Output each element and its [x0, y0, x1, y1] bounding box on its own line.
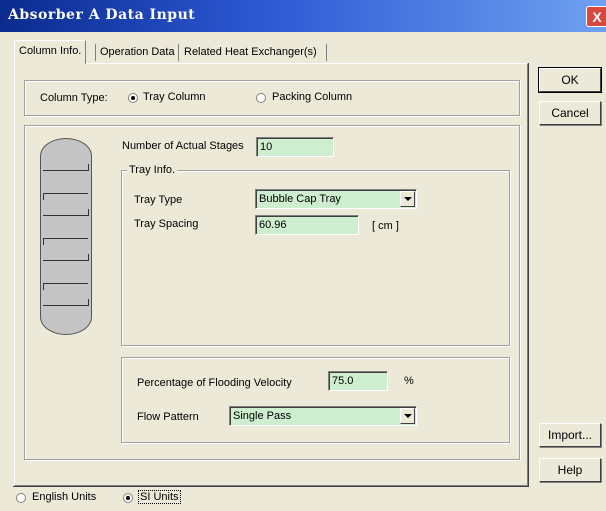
chevron-down-icon[interactable]: [400, 408, 415, 424]
tray-line: [43, 170, 88, 171]
flooding-input[interactable]: 75.0: [328, 371, 388, 391]
tray-line: [43, 193, 88, 194]
cancel-button[interactable]: Cancel: [539, 101, 601, 125]
english-units-label[interactable]: English Units: [32, 491, 96, 503]
si-units-label[interactable]: SI Units: [138, 490, 181, 504]
english-units-radio[interactable]: [16, 493, 26, 503]
packing-column-label[interactable]: Packing Column: [272, 91, 352, 103]
tray-spacing-input[interactable]: 60.96: [255, 215, 359, 235]
tab-column-info[interactable]: Column Info.: [14, 40, 87, 64]
column-type-label: Column Type:: [40, 92, 108, 104]
stages-label: Number of Actual Stages: [122, 140, 244, 152]
ok-button[interactable]: OK: [538, 67, 602, 93]
tray-column-radio[interactable]: [128, 93, 138, 103]
tray-spacing-label: Tray Spacing: [134, 218, 199, 230]
tray-info-group-label: Tray Info.: [127, 164, 178, 176]
tab-separator: [178, 44, 179, 61]
tray-tick: [43, 193, 44, 200]
flooding-label: Percentage of Flooding Velocity: [137, 377, 292, 389]
flow-pattern-select[interactable]: Single Pass: [229, 406, 417, 426]
tray-line: [43, 260, 88, 261]
tray-spacing-unit: [ cm ]: [372, 220, 399, 232]
tab-related-heat-exchangers[interactable]: Related Heat Exchanger(s): [180, 42, 321, 63]
tab-separator: [326, 44, 327, 61]
help-button[interactable]: Help: [539, 458, 601, 482]
tray-type-label: Tray Type: [134, 194, 183, 206]
tray-line: [43, 238, 88, 239]
tray-tick: [43, 283, 44, 290]
tray-type-select[interactable]: Bubble Cap Tray: [255, 189, 417, 209]
packing-column-radio[interactable]: [256, 93, 266, 103]
close-icon[interactable]: X: [586, 6, 606, 27]
si-units-radio[interactable]: [123, 493, 133, 503]
tray-tick: [88, 254, 89, 261]
flow-pattern-label: Flow Pattern: [137, 411, 199, 423]
chevron-down-icon[interactable]: [400, 191, 415, 207]
tray-type-value: Bubble Cap Tray: [259, 193, 341, 205]
tray-tick: [88, 209, 89, 216]
import-button[interactable]: Import...: [539, 423, 601, 447]
tray-tick: [88, 299, 89, 306]
flooding-group: [121, 357, 510, 443]
tray-tick: [88, 164, 89, 171]
stages-input[interactable]: 10: [256, 137, 334, 157]
tray-line: [43, 215, 88, 216]
tray-line: [43, 283, 88, 284]
tray-tick: [43, 238, 44, 245]
flooding-unit: %: [404, 375, 414, 387]
flow-pattern-value: Single Pass: [233, 410, 292, 422]
tab-operation-data[interactable]: Operation Data: [96, 42, 179, 63]
window-title: Absorber A Data Input: [8, 7, 196, 23]
tray-column-label[interactable]: Tray Column: [143, 91, 206, 103]
tray-line: [43, 305, 88, 306]
